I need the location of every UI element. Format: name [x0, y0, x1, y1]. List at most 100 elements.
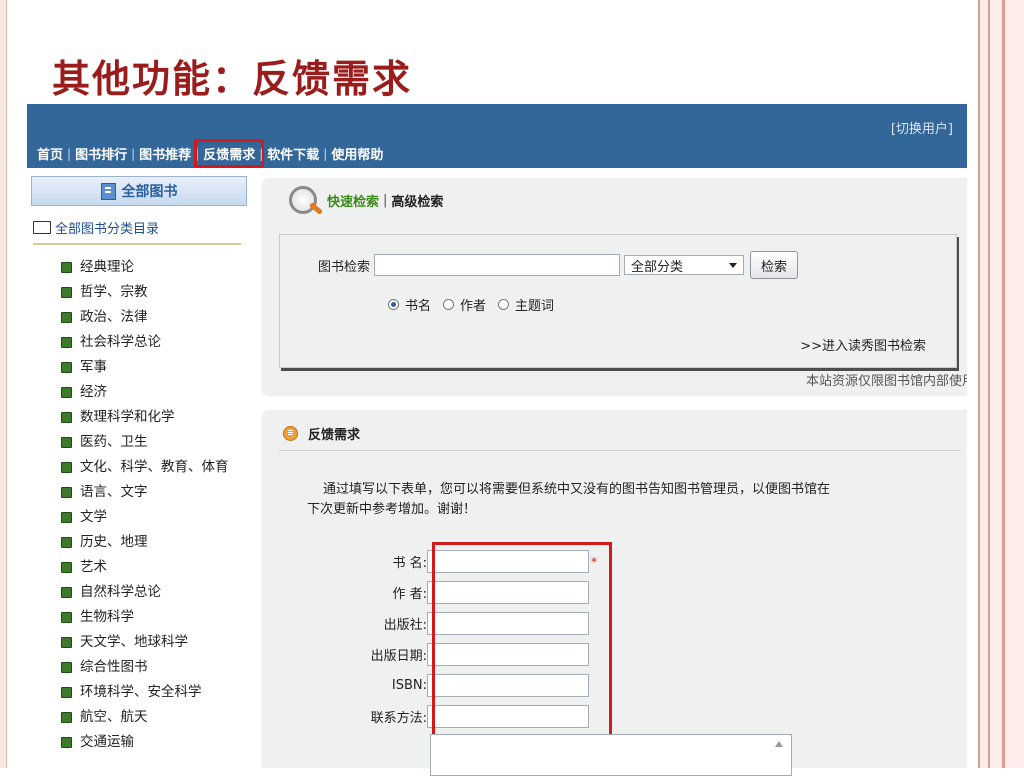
- bullet-icon: [61, 687, 72, 698]
- category-select-value: 全部分类: [631, 259, 684, 275]
- library-app: [切换用户] 首页 | 图书排行 | 图书推荐 | 反馈需求 | 软件下载 | 使用帮助 全部图书 …: [27, 104, 967, 768]
- form-row: 出版社:: [309, 612, 589, 635]
- category-item[interactable]: 经济: [61, 384, 241, 401]
- category-label: 社会科学总论: [80, 334, 161, 350]
- category-item[interactable]: 艺术: [61, 559, 241, 576]
- category-root-label: 全部图书分类目录: [55, 222, 160, 237]
- category-item[interactable]: 生物科学: [61, 609, 241, 626]
- form-input[interactable]: [427, 643, 589, 666]
- chevron-down-icon: [729, 262, 738, 268]
- duxiu-search-link[interactable]: >>进入读秀图书检索: [800, 335, 926, 354]
- sidebar-header[interactable]: 全部图书: [31, 176, 247, 206]
- slide-left-border: [0, 0, 7, 768]
- category-label: 历史、地理: [80, 534, 148, 550]
- form-input[interactable]: [427, 612, 589, 635]
- switch-user-link[interactable]: [切换用户]: [891, 118, 953, 137]
- search-input[interactable]: [374, 254, 621, 276]
- search-panel: 快速检索 | 高级检索 图书检索 全部分类 检索 书名 作者 主题词 >>进入读秀图…: [261, 178, 967, 396]
- category-label: 经济: [80, 384, 107, 400]
- category-item[interactable]: 数理科学和化学: [61, 409, 241, 426]
- form-input[interactable]: [427, 581, 589, 604]
- nav-item[interactable]: 反馈需求: [194, 139, 265, 168]
- search-label: 图书检索: [318, 259, 371, 275]
- bullet-icon: [61, 587, 72, 598]
- bullet-icon: [61, 512, 72, 523]
- form-row: 书 名: *: [309, 550, 597, 573]
- bullet-icon: [61, 362, 72, 373]
- category-item[interactable]: 经典理论: [61, 259, 241, 276]
- bullet-icon: [61, 437, 72, 448]
- search-type-radio[interactable]: [388, 299, 399, 310]
- category-item[interactable]: 文化、科学、教育、体育: [61, 459, 241, 476]
- category-item[interactable]: 医药、卫生: [61, 434, 241, 451]
- nav-item[interactable]: 软件下载: [263, 144, 323, 163]
- note-icon: [283, 426, 298, 441]
- category-label: 经典理论: [80, 259, 134, 275]
- form-input[interactable]: [427, 550, 589, 573]
- category-label: 哲学、宗教: [80, 284, 148, 300]
- required-mark: *: [591, 554, 597, 569]
- form-input[interactable]: [427, 705, 589, 728]
- category-select[interactable]: 全部分类: [624, 255, 745, 275]
- main-nav: 首页 | 图书排行 | 图书推荐 | 反馈需求 | 软件下载 | 使用帮助: [33, 139, 387, 168]
- bullet-icon: [61, 462, 72, 473]
- category-item[interactable]: 历史、地理: [61, 534, 241, 551]
- bullet-icon: [61, 487, 72, 498]
- form-row: ISBN:: [309, 674, 589, 697]
- form-label: 出版社:: [383, 618, 427, 633]
- tab-quick-search[interactable]: 快速检索: [327, 191, 379, 210]
- search-type-radio[interactable]: [443, 299, 455, 310]
- divider: [279, 450, 961, 451]
- category-label: 医药、卫生: [80, 434, 148, 450]
- bullet-icon: [61, 262, 72, 273]
- bullet-icon: [61, 637, 72, 648]
- search-type-radio[interactable]: [498, 299, 510, 310]
- tab-separator: |: [383, 192, 388, 208]
- form-row: 作 者:: [309, 581, 589, 604]
- search-type-label: 作者: [460, 299, 487, 314]
- form-label: ISBN:: [391, 678, 427, 693]
- sidebar-header-label: 全部图书: [121, 184, 178, 200]
- category-label: 数理科学和化学: [80, 409, 175, 425]
- category-item[interactable]: 文学: [61, 509, 241, 526]
- feedback-header: 反馈需求: [283, 424, 360, 443]
- bullet-icon: [61, 387, 72, 398]
- comments-textarea[interactable]: [430, 734, 792, 776]
- category-item[interactable]: 军事: [61, 359, 241, 376]
- magnifier-icon: [279, 180, 327, 220]
- category-item[interactable]: 社会科学总论: [61, 334, 241, 351]
- nav-item[interactable]: 首页: [33, 144, 67, 163]
- category-label: 文化、科学、教育、体育: [80, 459, 229, 475]
- category-item[interactable]: 政治、法律: [61, 309, 241, 326]
- category-item[interactable]: 综合性图书: [61, 659, 241, 676]
- category-item[interactable]: 环境科学、安全科学: [61, 684, 241, 701]
- form-row: 联系方法:: [309, 705, 589, 728]
- search-type-label: 主题词: [515, 299, 555, 314]
- category-label: 天文学、地球科学: [80, 634, 188, 650]
- usage-notice: 本站资源仅限图书馆内部使用: [805, 374, 967, 389]
- search-button[interactable]: 检索: [750, 251, 799, 279]
- category-item[interactable]: 交通运输: [61, 734, 241, 751]
- category-item[interactable]: 天文学、地球科学: [61, 634, 241, 651]
- bullet-icon: [61, 612, 72, 623]
- intro-line-1: 通过填写以下表单，您可以将需要但系统中又没有的图书告知图书管理员，以便图书馆在: [323, 482, 831, 497]
- scroll-up-icon[interactable]: [775, 741, 783, 747]
- slide-title: 其他功能：反馈需求: [52, 57, 413, 101]
- form-input[interactable]: [427, 674, 589, 697]
- category-item[interactable]: 语言、文字: [61, 484, 241, 501]
- category-item[interactable]: 哲学、宗教: [61, 284, 241, 301]
- category-sidebar: 全部图书 全部图书分类目录 经典理论哲学、宗教政治、法律社会科学总论军事经济数理…: [31, 176, 247, 768]
- book-icon: [100, 182, 116, 200]
- category-label: 文学: [80, 509, 107, 525]
- category-root[interactable]: 全部图书分类目录: [33, 218, 241, 245]
- tab-advanced-search[interactable]: 高级检索: [391, 191, 443, 210]
- nav-item[interactable]: 使用帮助: [327, 144, 387, 163]
- nav-item[interactable]: 图书排行: [71, 144, 131, 163]
- search-form: 图书检索 全部分类 检索 书名 作者 主题词 >>进入读秀图书检索: [279, 234, 957, 368]
- bullet-icon: [61, 312, 72, 323]
- category-item[interactable]: 自然科学总论: [61, 584, 241, 601]
- category-item[interactable]: 航空、航天: [61, 709, 241, 726]
- category-label: 生物科学: [80, 609, 134, 625]
- nav-item[interactable]: 图书推荐: [135, 144, 195, 163]
- category-label: 环境科学、安全科学: [80, 684, 202, 700]
